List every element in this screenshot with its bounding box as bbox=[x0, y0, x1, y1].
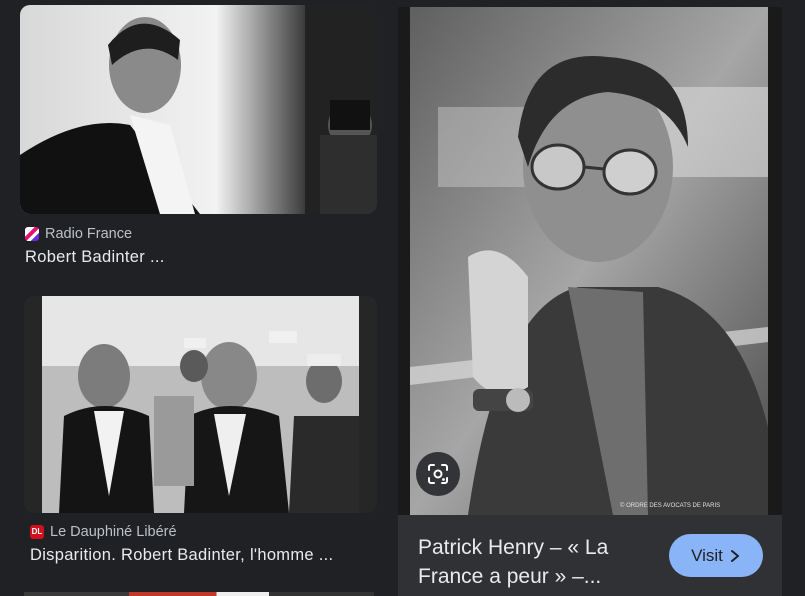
photo-man-in-car: © ORDRE DES AVOCATS DE PARIS bbox=[398, 7, 782, 515]
chevron-right-icon bbox=[730, 549, 739, 562]
result-source-2: DL Le Dauphiné Libéré bbox=[30, 524, 177, 540]
result-source-1: Radio France bbox=[25, 226, 132, 242]
result-thumbnail-1[interactable] bbox=[20, 5, 377, 214]
result-title-2[interactable]: Disparition. Robert Badinter, l'homme ..… bbox=[30, 546, 375, 565]
image-search-page: Radio France Robert Badinter ... DL Le D… bbox=[0, 0, 805, 596]
lens-search-button[interactable] bbox=[416, 452, 460, 496]
photo-lawyers-crowd bbox=[24, 296, 377, 513]
watermark-text: © ORDRE DES AVOCATS DE PARIS bbox=[620, 502, 720, 509]
image-preview-panel: © ORDRE DES AVOCATS DE PARIS Patrick Hen… bbox=[398, 0, 782, 596]
visit-button[interactable]: Visit bbox=[669, 534, 763, 577]
result-source-label-1: Radio France bbox=[45, 226, 133, 242]
photo-lawyer-walking bbox=[20, 5, 377, 214]
visit-label: Visit bbox=[691, 545, 723, 565]
preview-top-divider bbox=[398, 0, 782, 7]
lens-search-icon bbox=[428, 464, 448, 484]
preview-info: Patrick Henry – « La France a peur » –..… bbox=[398, 515, 782, 596]
dl-favicon-icon: DL bbox=[30, 525, 44, 539]
next-result-thumbnail-peek[interactable] bbox=[24, 592, 374, 596]
result-title-1[interactable]: Robert Badinter ... bbox=[25, 248, 375, 267]
result-source-label-2: Le Dauphiné Libéré bbox=[50, 524, 177, 540]
preview-title[interactable]: Patrick Henry – « La France a peur » –..… bbox=[418, 533, 648, 591]
page-right-margin bbox=[782, 0, 805, 596]
radio-france-favicon-icon bbox=[25, 227, 39, 241]
preview-image[interactable]: © ORDRE DES AVOCATS DE PARIS bbox=[398, 7, 782, 515]
results-column: Radio France Robert Badinter ... DL Le D… bbox=[0, 0, 390, 596]
result-thumbnail-2[interactable] bbox=[24, 296, 377, 513]
